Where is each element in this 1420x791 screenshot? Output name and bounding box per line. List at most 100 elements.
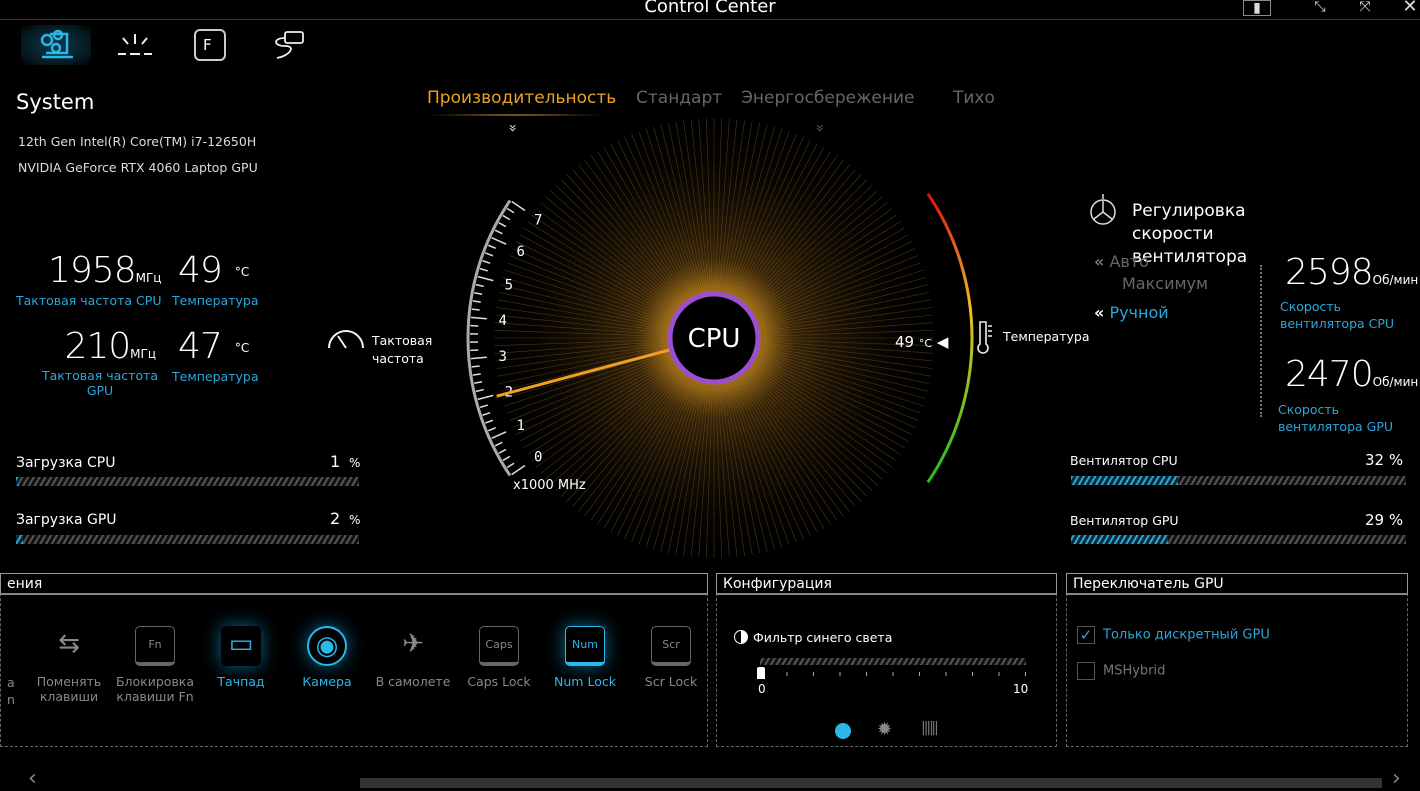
key-toggle[interactable]: ⇆ Поменять клавиши [29,626,109,704]
gpu-switch-panel: Переключатель GPU ✓Только дискретный GPU… [1066,573,1408,747]
checkbox-checked[interactable]: ✓ [1077,626,1095,644]
scale-tick [492,432,507,439]
key-label: Блокировка клавиши Fn [115,674,195,704]
blue-filter-row: Фильтр синего света [734,630,892,645]
fan-mode-auto[interactable]: « Авто [1094,252,1149,271]
touchpad-icon: ▭ [221,626,261,666]
key-scr-icon: Scr [651,626,691,666]
speedometer-icon [326,322,366,352]
key-label: В самолете [373,674,453,689]
blue-filter-tab-icon[interactable] [835,723,851,739]
gauge-temp-label: Температура [1003,329,1090,344]
scale-tick [472,366,480,367]
gpu-fan-pct: 29 % [1365,511,1403,529]
sound-tab-icon[interactable]: |||‖| [921,720,937,736]
horizontal-scrollbar[interactable] [360,778,1382,788]
scale-tick [476,285,484,287]
slider-min: 0 [758,682,766,696]
key-toggle[interactable]: Caps Caps Lock [459,626,539,689]
scale-tick [471,357,487,358]
scale-tick-label: 5 [505,278,513,294]
scale-tick [499,223,506,227]
swap-keys-icon: ⇆ [49,626,89,666]
double-chevron-icon: « [1094,252,1104,271]
cpu-fan-rpm-label: Скорость вентилятора CPU [1280,298,1400,332]
key-label: Caps Lock [459,674,539,689]
scale-tick [478,395,493,399]
scroll-right-button[interactable]: › [1392,766,1401,791]
scale-tick [471,317,487,318]
rpm-unit: Об/мин [1373,375,1419,389]
key-toggle[interactable]: ◉Камера [287,626,367,689]
gpu-fan-rpm-label: Скорость вентилятора GPU [1278,401,1398,435]
scale-tick-label: 0 [534,450,542,466]
fan-mode-manual[interactable]: « Ручной [1094,303,1169,322]
double-chevron-icon: « [1094,303,1104,322]
slider-thumb[interactable] [757,667,765,679]
cut-off-key-label: аn [7,674,15,708]
cut-label-line: n [7,691,15,708]
gauge-center-label: CPU [670,324,758,354]
key-toggle[interactable]: Scr Scr Lock [631,626,711,689]
scroll-left-button[interactable]: ‹ [28,766,37,791]
scale-tick-label: 7 [534,212,542,228]
cpu-fan-rpm: 2598Об/мин [1285,252,1418,293]
scale-tick [495,442,502,446]
blue-filter-label: Фильтр синего света [753,630,892,645]
thermometer-icon [973,318,995,358]
scale-tick-label: 3 [499,349,507,365]
scale-tick [499,449,506,453]
config-panel: Конфигурация Фильтр синего света 0 10 ✹ … [716,573,1057,747]
scale-tick [473,301,481,302]
scale-tick [476,390,484,392]
scale-tick [495,230,502,234]
blue-filter-slider-track[interactable] [760,658,1026,665]
scale-tick [474,293,482,294]
gpu-fan-fill [1071,535,1168,544]
scale-tick [483,413,491,416]
temp-value: 49 [895,333,914,351]
cut-label-line: а [7,674,15,691]
key-toggle[interactable]: ▭Тачпад [201,626,281,689]
key-label: Scr Lock [631,674,711,689]
brightness-tab-icon[interactable]: ✹ [877,719,892,740]
scale-tick [478,277,493,281]
scale-tick [480,405,488,407]
scale-tick [472,309,480,310]
scale-tick [480,269,488,271]
fan-divider [1260,265,1262,417]
scale-tick [483,261,491,264]
temp-unit: °C [919,337,932,350]
scale-tick [488,428,495,431]
key-toggle[interactable]: NumNum Lock [545,626,625,689]
fan-mode-max[interactable]: Максимум [1122,274,1208,293]
scale-tick [485,420,492,423]
scale-tick [492,238,507,245]
rpm-unit: Об/мин [1373,273,1419,287]
scale-tick [503,456,510,460]
scale-tick-label: 6 [517,244,525,260]
key-label: Поменять клавиши [29,674,109,704]
key-toggle[interactable]: FnБлокировка клавиши Fn [115,626,195,704]
keys-panel: ения аn ⇆ Поменять клавишиFnБлокировка кл… [0,573,708,747]
key-label: Num Lock [545,674,625,689]
cpu-fan-rpm-value: 2598 [1285,252,1373,293]
scale-tick [507,208,514,212]
checkbox-unchecked[interactable] [1077,662,1095,680]
slider-max: 10 [1013,682,1028,696]
keys-panel-title: ения [0,573,708,595]
mshybrid-label: MSHybrid [1103,664,1165,679]
discrete-gpu-label: Только дискретный GPU [1103,628,1270,643]
fan-icon [1086,192,1120,228]
discrete-gpu-option[interactable]: ✓ Только дискретный GPU [1077,626,1270,644]
mshybrid-option[interactable]: MSHybrid [1077,662,1165,680]
scale-tick [512,465,525,474]
key-label: Камера [287,674,367,689]
gpu-fan-label: Вентилятор GPU [1070,513,1179,528]
cpu-fan-label: Вентилятор CPU [1070,453,1178,468]
key-toggle[interactable]: ✈В самолете [373,626,453,689]
gpu-fan-rpm-value: 2470 [1285,354,1373,395]
key-caps-icon: Caps [479,626,519,666]
scale-tick [507,463,514,467]
config-panel-title: Конфигурация [716,573,1057,595]
